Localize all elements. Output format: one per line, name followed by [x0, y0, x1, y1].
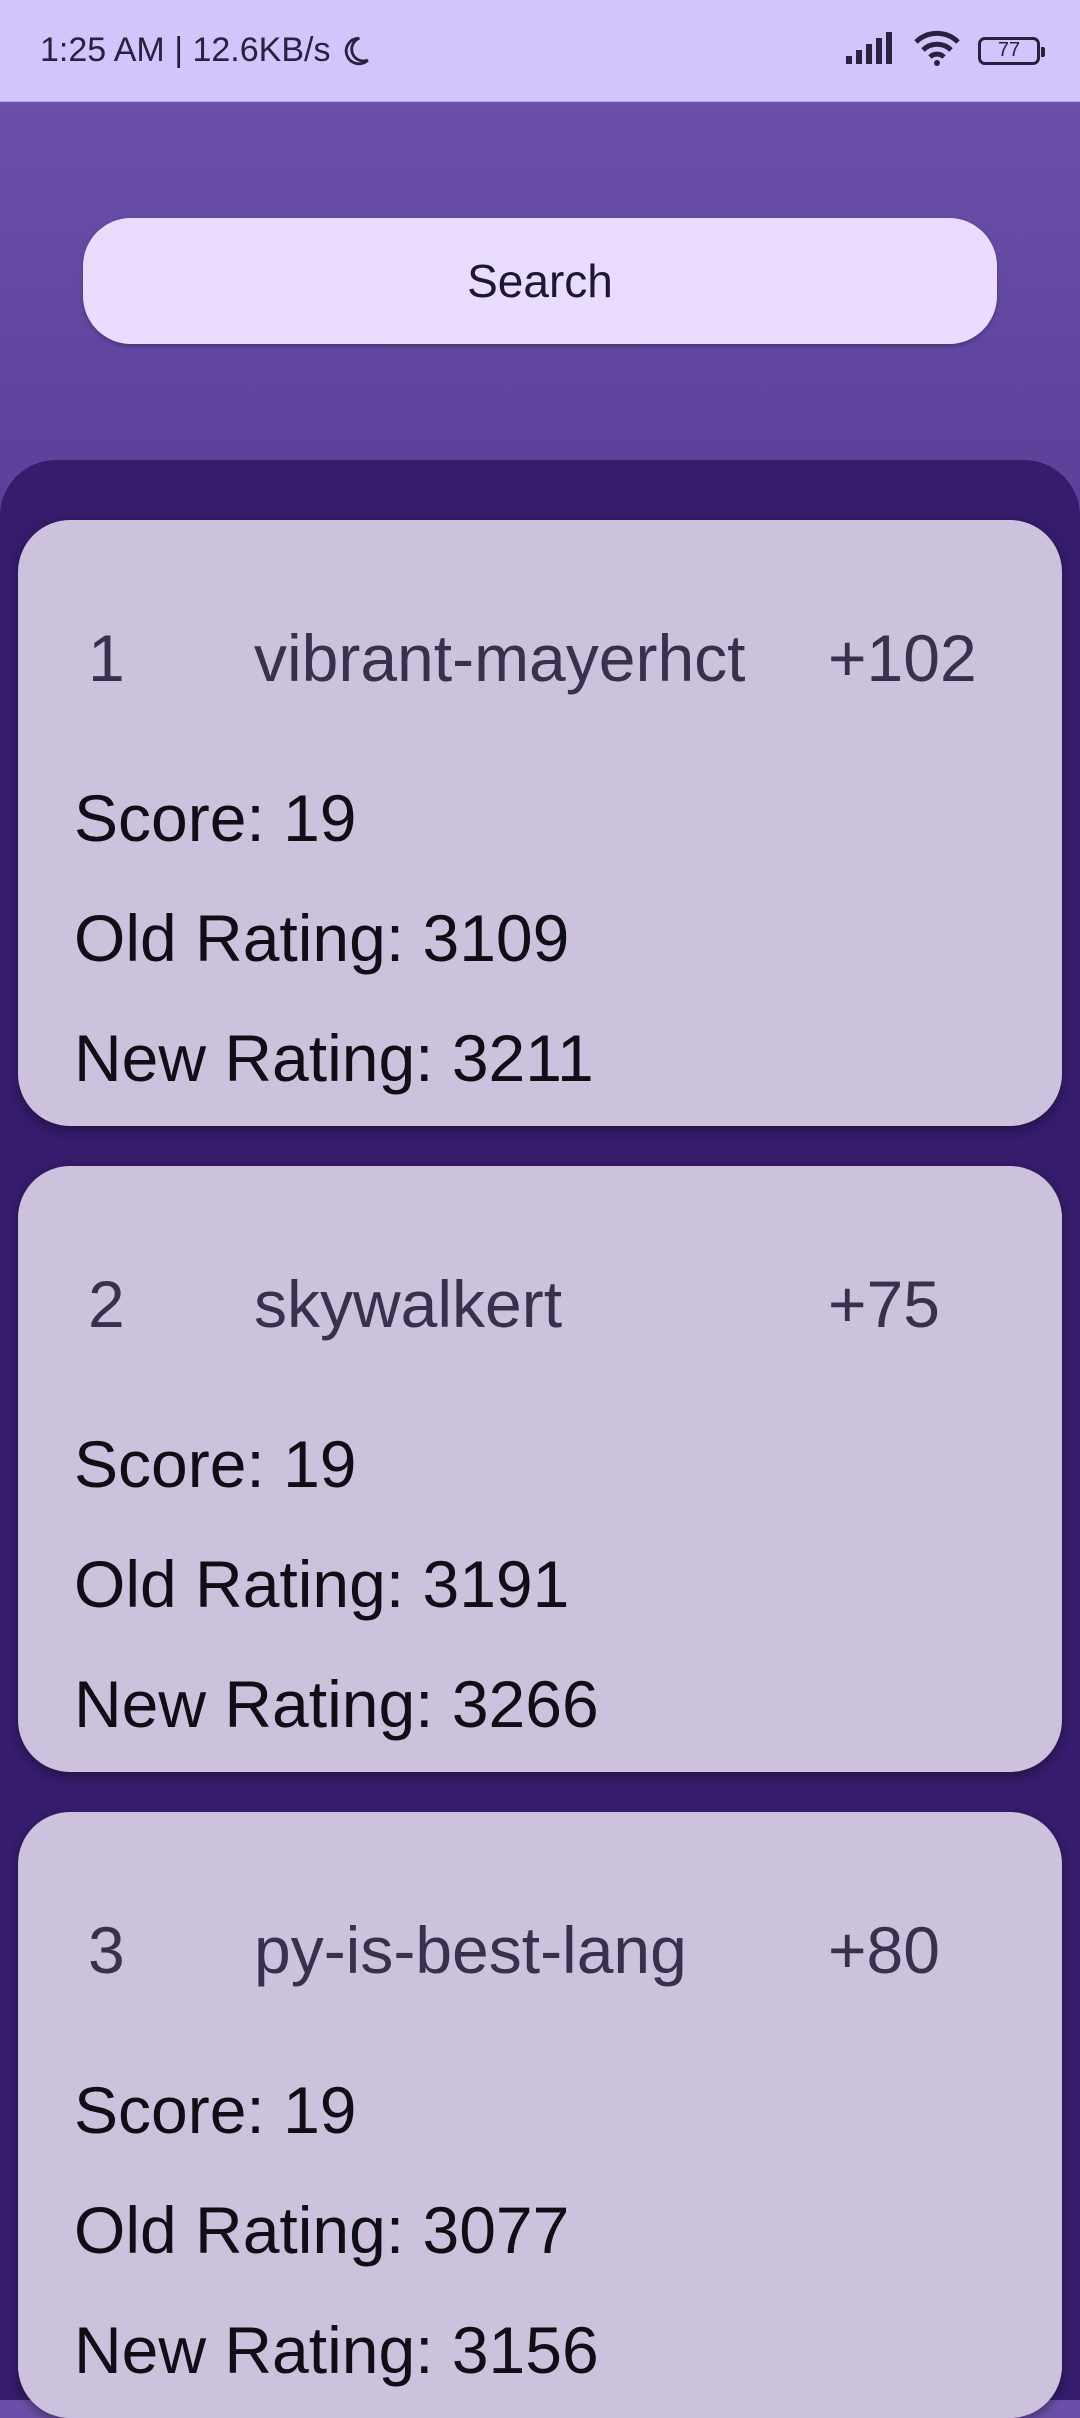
rank-label: 3 — [88, 1913, 125, 1987]
signal-icon — [846, 32, 896, 69]
search-button[interactable]: Search — [83, 218, 997, 344]
username-label: skywalkert — [254, 1267, 563, 1341]
status-time-speed: 1:25 AM | 12.6KB/s — [40, 31, 331, 69]
moon-icon — [338, 34, 372, 68]
search-label: Search — [467, 255, 613, 307]
score-label: Score: 19 — [74, 781, 357, 855]
score-label: Score: 19 — [74, 2073, 357, 2147]
rating-delta-label: +75 — [828, 1267, 940, 1341]
new-rating-label: New Rating: 3211 — [74, 1021, 594, 1095]
status-left: 1:25 AM | 12.6KB/s — [40, 31, 372, 70]
old-rating-label: Old Rating: 3109 — [74, 901, 570, 975]
username-label: py-is-best-lang — [254, 1913, 687, 1987]
score-label: Score: 19 — [74, 1427, 357, 1501]
rating-delta-label: +80 — [828, 1913, 940, 1987]
standing-card[interactable]: 2 skywalkert +75 Score: 19 Old Rating: 3… — [18, 1166, 1062, 1772]
old-rating-label: Old Rating: 3077 — [74, 2193, 570, 2267]
new-rating-label: New Rating: 3156 — [74, 2313, 599, 2387]
username-label: vibrant-mayerhct — [254, 621, 746, 695]
standing-card[interactable]: 3 py-is-best-lang +80 Score: 19 Old Rati… — [18, 1812, 1062, 2418]
battery-icon: 77 — [978, 36, 1045, 65]
status-bar: 1:25 AM | 12.6KB/s 77 — [0, 0, 1080, 102]
old-rating-label: Old Rating: 3191 — [74, 1547, 570, 1621]
new-rating-label: New Rating: 3266 — [74, 1667, 599, 1741]
rank-label: 1 — [88, 621, 125, 695]
standings-list[interactable]: 1 vibrant-mayerhct +102 Score: 19 Old Ra… — [0, 460, 1080, 2418]
standing-card[interactable]: 1 vibrant-mayerhct +102 Score: 19 Old Ra… — [18, 520, 1062, 1126]
battery-level: 77 — [997, 39, 1021, 61]
wifi-icon — [914, 30, 960, 71]
status-right: 77 — [846, 30, 1045, 71]
rank-label: 2 — [88, 1267, 125, 1341]
rating-delta-label: +102 — [828, 621, 977, 695]
